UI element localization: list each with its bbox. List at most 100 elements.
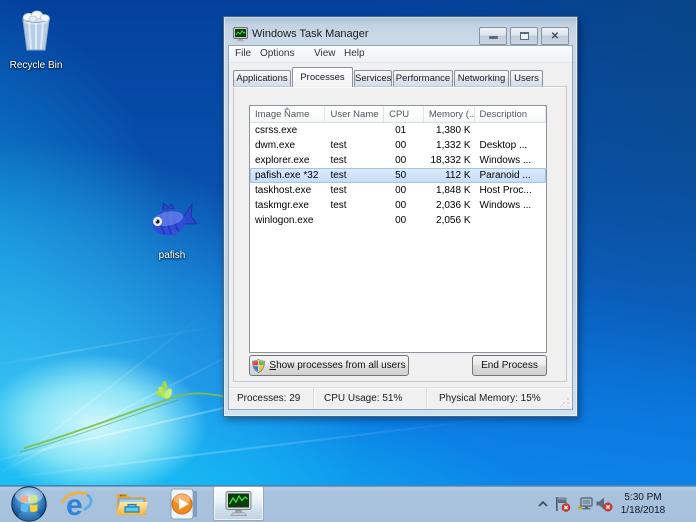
close-button[interactable]: ✕ — [541, 27, 569, 45]
process-row-csrss[interactable]: csrss.exe011,380 K — [250, 123, 546, 138]
cell-image: csrss.exe — [250, 123, 325, 138]
recycle-bin-icon — [13, 8, 59, 54]
speaker-muted-icon — [595, 496, 613, 512]
taskbar-ie-icon[interactable]: e — [60, 485, 94, 522]
cell-cpu: 00 — [384, 198, 424, 213]
end-process-button[interactable]: End Process — [472, 355, 547, 376]
windows-start-icon — [11, 486, 47, 522]
status-processes: Processes: 29 — [229, 388, 314, 409]
show-processes-all-users-button[interactable]: Show processes from all users — [249, 355, 409, 376]
task-manager-icon — [233, 27, 248, 42]
system-tray: 5:30 PM 1/18/2018 — [537, 485, 696, 522]
table-header-row: Image NameUser NameCPUMemory (...Descrip… — [250, 106, 546, 123]
cell-cpu: 50 — [384, 168, 424, 183]
menu-view[interactable]: View — [311, 46, 339, 62]
desktop-icon-label: pafish — [134, 250, 210, 261]
window-title: Windows Task Manager — [252, 20, 369, 48]
cell-image: explorer.exe — [250, 153, 325, 168]
status-physical-memory: Physical Memory: 15% — [427, 388, 572, 409]
taskbar-wmp-icon[interactable] — [168, 485, 204, 522]
column-header-1[interactable]: User Name — [325, 106, 384, 122]
tab-networking[interactable]: Networking — [454, 70, 509, 87]
cell-memory: 1,380 K — [424, 123, 475, 138]
cell-memory: 112 K — [424, 168, 475, 183]
cell-description: Windows ... — [475, 153, 547, 168]
status-bar: Processes: 29 CPU Usage: 51% Physical Me… — [229, 387, 572, 409]
process-row-pafish[interactable]: pafish.exe *32test50112 KParanoid ... — [250, 168, 546, 183]
process-row-taskmgr[interactable]: taskmgr.exetest002,036 KWindows ... — [250, 198, 546, 213]
tab-applications[interactable]: Applications — [233, 70, 291, 87]
chevron-up-icon — [537, 499, 549, 509]
cell-user: test — [325, 183, 384, 198]
column-header-0[interactable]: Image Name — [250, 106, 325, 122]
folder-icon — [115, 489, 149, 519]
cell-image: taskhost.exe — [250, 183, 325, 198]
cell-memory: 1,848 K — [424, 183, 475, 198]
cell-cpu: 00 — [384, 183, 424, 198]
process-row-dwm[interactable]: dwm.exetest001,332 KDesktop ... — [250, 138, 546, 153]
cell-description: Desktop ... — [475, 138, 547, 153]
cell-user — [325, 123, 384, 138]
media-player-icon — [169, 488, 203, 520]
tray-expand-button[interactable] — [537, 499, 549, 509]
sort-arrow-icon — [284, 107, 290, 110]
cell-cpu: 00 — [384, 213, 424, 228]
status-cpu-usage: CPU Usage: 51% — [314, 388, 427, 409]
dialog-area: ApplicationsProcessesServicesPerformance… — [229, 63, 572, 387]
column-header-2[interactable]: CPU — [384, 106, 424, 122]
table-body: csrss.exe011,380 Kdwm.exetest001,332 KDe… — [250, 123, 546, 228]
process-row-explorer[interactable]: explorer.exetest0018,332 KWindows ... — [250, 153, 546, 168]
network-icon — [577, 496, 594, 512]
cell-user: test — [325, 198, 384, 213]
tab-services[interactable]: Services — [354, 70, 392, 87]
minimize-button[interactable] — [479, 27, 507, 45]
tray-action-center-icon[interactable] — [554, 496, 571, 512]
taskbar-explorer-icon[interactable] — [114, 485, 150, 522]
cell-description: Windows ... — [475, 198, 547, 213]
process-table[interactable]: Image NameUser NameCPUMemory (...Descrip… — [249, 105, 547, 353]
desktop-icon-recycle-bin[interactable]: Recycle Bin — [0, 8, 74, 71]
menu-bar: FileOptions ViewHelp — [229, 46, 572, 63]
pafish-fish-icon — [145, 198, 199, 244]
start-button[interactable] — [10, 485, 47, 522]
cell-memory: 2,056 K — [424, 213, 475, 228]
cell-memory: 1,332 K — [424, 138, 475, 153]
column-header-3[interactable]: Memory (... — [424, 106, 475, 122]
menu-help[interactable]: Help — [341, 46, 368, 62]
processes-tab-panel: Image NameUser NameCPUMemory (...Descrip… — [233, 86, 567, 382]
taskbar: e — [0, 485, 696, 522]
cell-cpu: 00 — [384, 153, 424, 168]
cell-user: test — [325, 138, 384, 153]
task-manager-window: Windows Task Manager ✕ FileOptions ViewHe… — [223, 16, 578, 417]
cell-image: dwm.exe — [250, 138, 325, 153]
maximize-button[interactable] — [510, 27, 538, 45]
tray-network-icon[interactable] — [577, 496, 594, 512]
tray-volume-icon[interactable] — [595, 496, 613, 512]
process-row-winlogon[interactable]: winlogon.exe002,056 K — [250, 213, 546, 228]
menu-options[interactable]: Options — [257, 46, 297, 62]
window-client-area: FileOptionsViewHelp ApplicationsProcesse… — [228, 45, 573, 410]
close-icon: ✕ — [542, 28, 568, 44]
cell-description: Host Proc... — [475, 183, 547, 198]
tab-strip: ApplicationsProcessesServicesPerformance… — [233, 68, 544, 87]
cell-description — [475, 213, 547, 228]
process-row-taskhost[interactable]: taskhost.exetest001,848 KHost Proc... — [250, 183, 546, 198]
resize-grip[interactable] — [560, 397, 570, 407]
title-bar[interactable]: Windows Task Manager ✕ — [224, 17, 577, 45]
cell-user: test — [325, 168, 384, 183]
flag-icon — [554, 496, 571, 512]
clock-time: 5:30 PM — [618, 491, 668, 504]
cell-image: pafish.exe *32 — [250, 168, 325, 183]
desktop-icon-pafish[interactable]: pafish — [134, 198, 210, 261]
tab-users[interactable]: Users — [510, 70, 543, 87]
cell-user: test — [325, 153, 384, 168]
cell-user — [325, 213, 384, 228]
column-header-4[interactable]: Description — [475, 106, 547, 122]
tab-performance[interactable]: Performance — [393, 70, 453, 87]
minimize-icon — [489, 36, 498, 39]
taskbar-task-manager-button[interactable] — [213, 486, 264, 521]
menu-file[interactable]: File — [232, 46, 254, 62]
taskbar-clock[interactable]: 5:30 PM 1/18/2018 — [618, 491, 668, 517]
cell-cpu: 00 — [384, 138, 424, 153]
tab-processes[interactable]: Processes — [292, 67, 353, 87]
